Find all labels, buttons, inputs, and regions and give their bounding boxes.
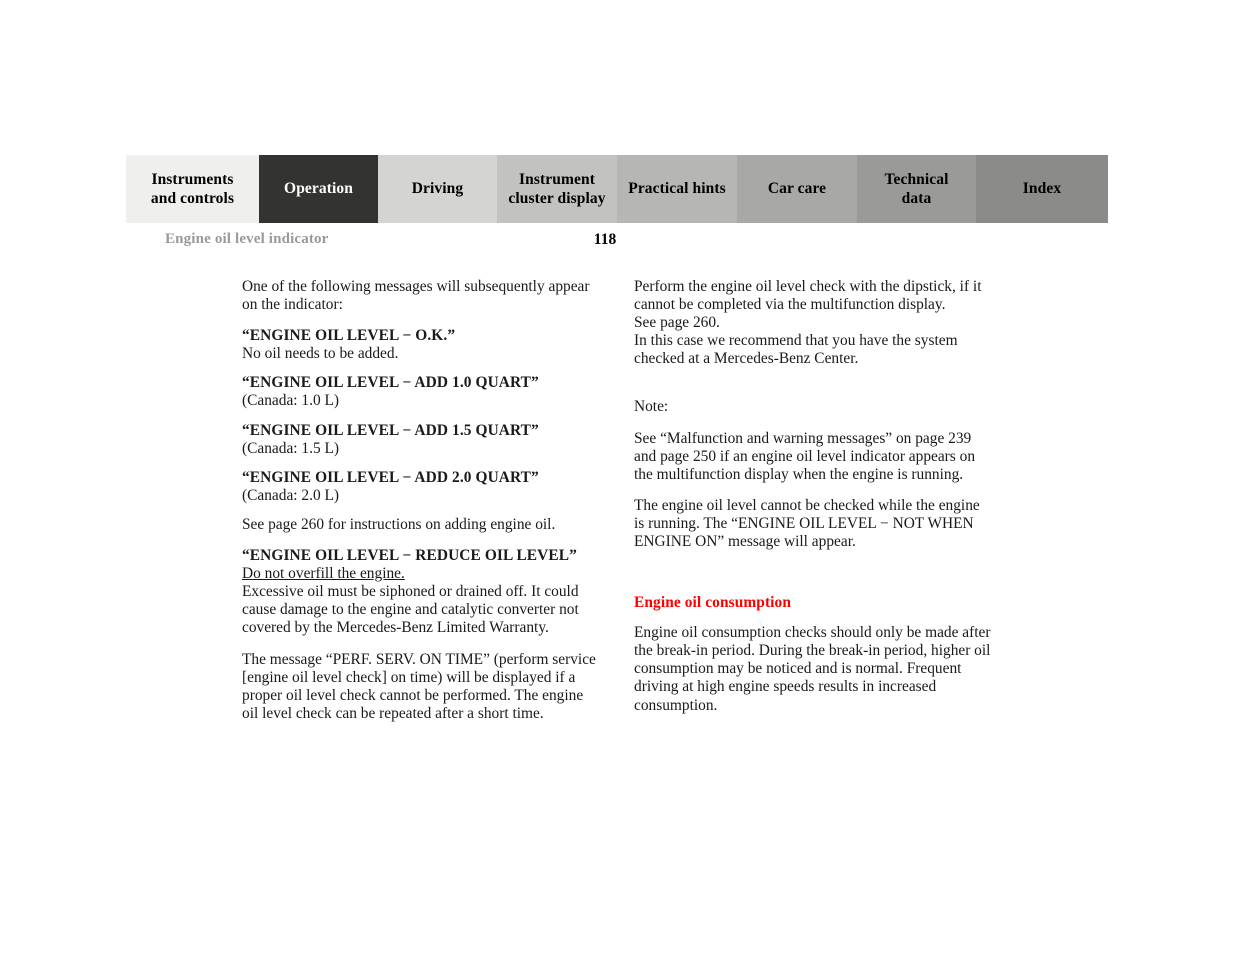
message-engine-oil-level-ok-detail: No oil needs to be added. bbox=[242, 345, 399, 363]
body-columns: One of the following messages will subse… bbox=[126, 278, 1108, 736]
message-reduce-oil-level: “ENGINE OIL LEVEL − REDUCE OIL LEVEL” bbox=[242, 547, 577, 565]
tab-technical-data[interactable]: Technical data bbox=[857, 155, 976, 223]
note-label: Note: bbox=[634, 398, 669, 416]
right-column: Perform the engine oil level check with … bbox=[634, 278, 992, 736]
paragraph-see-page-260: See page 260 for instructions on adding … bbox=[242, 515, 556, 533]
tab-label: Index bbox=[1022, 180, 1062, 198]
heading-engine-oil-consumption: Engine oil consumption bbox=[634, 594, 792, 612]
paragraph-perf-serv-on-time: The message “PERF. SERV. ON TIME” (perfo… bbox=[242, 650, 596, 722]
warning-do-not-overfill: Do not overfill the engine. bbox=[242, 565, 405, 583]
note-body: See “Malfunction and warning messages” o… bbox=[634, 429, 976, 483]
message-add-1-0-quart-detail: (Canada: 1.0 L) bbox=[242, 392, 340, 410]
message-add-2-0-quart-detail: (Canada: 2.0 L) bbox=[242, 486, 340, 504]
section-tab-bar: Instruments and controls Operation Driving… bbox=[126, 155, 1108, 223]
message-add-2-0-quart: “ENGINE OIL LEVEL − ADD 2.0 QUART” bbox=[242, 468, 539, 486]
tab-practical-hints[interactable]: Practical hints bbox=[617, 155, 737, 223]
paragraph-intro: One of the following messages will subse… bbox=[242, 278, 590, 314]
tab-instruments-and-controls[interactable]: Instruments and controls bbox=[126, 155, 259, 223]
tab-label: Instruments and controls bbox=[150, 170, 235, 207]
manual-page: Instruments and controls Operation Driving… bbox=[126, 155, 1108, 736]
tab-label: Technical data bbox=[884, 170, 949, 207]
paragraph-excessive-oil: Excessive oil must be siphoned or draine… bbox=[242, 583, 579, 637]
paragraph-engine-running: The engine oil level cannot be checked w… bbox=[634, 496, 980, 551]
message-add-1-5-quart: “ENGINE OIL LEVEL − ADD 1.5 QUART” bbox=[242, 421, 539, 439]
running-head: Engine oil level indicator 118 bbox=[126, 231, 1108, 261]
tab-operation[interactable]: Operation bbox=[259, 155, 378, 223]
tab-label: Driving bbox=[411, 180, 464, 198]
left-column: One of the following messages will subse… bbox=[242, 278, 600, 736]
tab-car-care[interactable]: Car care bbox=[737, 155, 857, 223]
tab-label: Instrument cluster display bbox=[508, 170, 606, 207]
message-add-1-5-quart-detail: (Canada: 1.5 L) bbox=[242, 439, 340, 457]
message-engine-oil-level-ok: “ENGINE OIL LEVEL − O.K.” bbox=[242, 327, 456, 345]
tab-label: Car care bbox=[767, 180, 827, 198]
tab-instrument-cluster-display[interactable]: Instrument cluster display bbox=[497, 155, 617, 223]
tab-driving[interactable]: Driving bbox=[378, 155, 497, 223]
tab-label: Practical hints bbox=[628, 180, 726, 198]
tab-index[interactable]: Index bbox=[976, 155, 1108, 223]
tab-label: Operation bbox=[284, 180, 353, 198]
paragraph-engine-oil-consumption: Engine oil consumption checks should onl… bbox=[634, 624, 991, 714]
page-number: 118 bbox=[593, 231, 617, 248]
message-add-1-0-quart: “ENGINE OIL LEVEL − ADD 1.0 QUART” bbox=[242, 374, 539, 392]
paragraph-dipstick-check: Perform the engine oil level check with … bbox=[634, 278, 982, 368]
